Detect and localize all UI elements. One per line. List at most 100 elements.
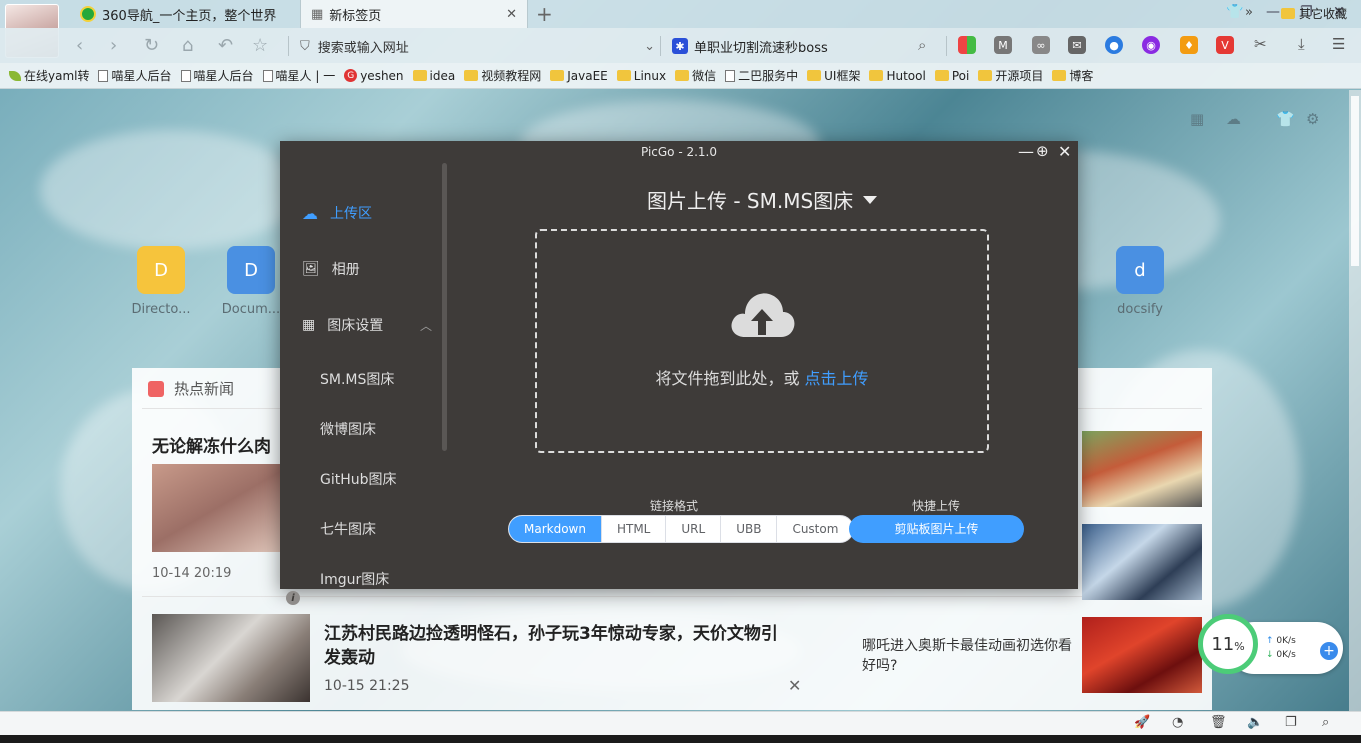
minimize-icon[interactable]: — [1018, 142, 1034, 161]
bookmark-item[interactable]: 博客 [1052, 67, 1093, 84]
bookmark-item[interactable]: JavaEE [550, 69, 608, 83]
bookmark-item[interactable]: 喵星人后台 [180, 67, 254, 84]
game-icon[interactable]: ∞ [1032, 36, 1050, 54]
tab-new-tab[interactable]: ▦ 新标签页 ✕ [300, 0, 528, 28]
download-icon[interactable]: ⤓ [1298, 35, 1305, 53]
globe-icon[interactable]: ● [1105, 36, 1123, 54]
bookmark-item[interactable]: 视频教程网 [464, 67, 541, 84]
close-icon[interactable]: ✕ [506, 7, 517, 22]
format-html[interactable]: HTML [602, 516, 667, 542]
bookmark-label: JavaEE [567, 68, 608, 83]
info-icon[interactable]: i [286, 591, 300, 605]
zoom-icon[interactable]: ⌕ [1322, 715, 1329, 730]
skin-icon[interactable]: 👕 [1276, 110, 1295, 128]
bookmark-item[interactable]: 喵星人 | 一 [262, 67, 335, 84]
submenu-github[interactable]: GitHub图床 [320, 469, 397, 489]
menu-label: 相册 [331, 262, 360, 278]
cloud-icon[interactable]: ☁ [1226, 110, 1241, 128]
minimize-icon[interactable]: — [1266, 4, 1280, 20]
grid-view-icon[interactable]: ▦ [1190, 110, 1204, 128]
plus-circle-icon[interactable]: ⊕ [1036, 142, 1049, 160]
folder-icon [807, 70, 822, 81]
plus-icon[interactable]: + [1320, 642, 1338, 660]
network-speed-widget[interactable]: 11% ↑ 0K/s ↓ 0K/s + [1198, 614, 1348, 684]
submenu-smms[interactable]: SM.MS图床 [320, 369, 394, 389]
sidebar-scrollbar[interactable] [442, 163, 447, 451]
mail-icon[interactable]: M [994, 36, 1012, 54]
bookmark-item[interactable]: Hutool [869, 69, 926, 83]
bookmark-label: Linux [633, 68, 667, 83]
clipboard-upload-button[interactable]: 剪贴板图片上传 [849, 515, 1024, 543]
shortcut-directory[interactable]: D Directo... [126, 246, 196, 317]
star-icon[interactable]: ☆ [252, 35, 268, 56]
news-side-image[interactable] [1082, 617, 1202, 693]
scissors-icon[interactable]: ✂ [1254, 35, 1267, 53]
upload-heading[interactable]: 图片上传 - SM.MS图床 [647, 185, 878, 214]
home-icon[interactable]: ⌂ [182, 35, 193, 56]
news-side-image[interactable] [1082, 431, 1202, 507]
search-box[interactable]: ✱ 单职业切割流速秒boss [672, 34, 828, 58]
window-icon[interactable]: ❐ [1285, 715, 1297, 730]
volume-icon[interactable]: 🔈 [1247, 715, 1263, 730]
bookmark-other[interactable]: 其它收藏 [1280, 5, 1347, 22]
search-icon[interactable]: ⌕ [918, 36, 926, 54]
close-icon[interactable]: ✕ [1058, 142, 1071, 161]
click-upload-link[interactable]: 点击上传 [805, 369, 869, 388]
bookmark-item[interactable]: idea [412, 69, 455, 83]
apps-icon[interactable] [958, 36, 976, 54]
bookmark-item[interactable]: Linux [616, 68, 667, 83]
bookmark-item[interactable]: Gyeshen [344, 69, 404, 83]
extension-icon[interactable]: ◉ [1142, 36, 1160, 54]
refresh-icon[interactable]: ↻ [144, 35, 159, 56]
bookmark-item[interactable]: 在线yaml转 [9, 67, 89, 84]
bookmarks-more[interactable]: » [1245, 5, 1253, 20]
news-title[interactable]: 江苏村民路边捡透明怪石，孙子玩3年惊动专家，天价文物引发轰动 [324, 622, 784, 670]
bookmark-item[interactable]: 开源项目 [978, 67, 1043, 84]
back-icon[interactable]: ‹ [76, 35, 83, 56]
scrollbar-thumb[interactable] [1351, 96, 1359, 266]
upload-dropzone[interactable]: 将文件拖到此处，或 点击上传 [535, 229, 989, 453]
menu-upload[interactable]: ☁ 上传区 [302, 203, 372, 223]
shortcut-icon: D [227, 246, 275, 294]
format-url[interactable]: URL [666, 516, 722, 542]
message-icon[interactable]: ✉ [1068, 36, 1086, 54]
close-icon[interactable]: ✕ [788, 676, 801, 695]
format-custom[interactable]: Custom [777, 516, 853, 542]
menu-icon[interactable]: ☰ [1332, 35, 1345, 53]
trash-icon[interactable]: 🗑 [1210, 715, 1227, 730]
news-side-title[interactable]: 哪吒进入奥斯卡最佳动画初选你看好吗? [862, 636, 1072, 676]
new-tab-icon[interactable]: + [536, 2, 553, 26]
menu-gallery[interactable]: 🖼 相册 [302, 259, 360, 279]
news-thumbnail[interactable] [152, 614, 310, 702]
tab-360-nav[interactable]: 360导航_一个主页，整个世界 [70, 0, 298, 28]
news-side-image[interactable] [1082, 524, 1202, 600]
submenu-imgur[interactable]: Imgur图床 [320, 569, 389, 589]
submenu-qiniu[interactable]: 七牛图床 [320, 519, 376, 539]
address-input[interactable]: 搜索或输入网址 [318, 37, 409, 56]
menu-picbed-settings[interactable]: ▦ 图床设置 ︿ [302, 315, 432, 335]
news-thumbnail[interactable] [152, 464, 282, 552]
speed-icon[interactable]: ◔ [1172, 715, 1183, 730]
settings-icon[interactable]: ⚙ [1306, 110, 1319, 128]
shortcut-document[interactable]: D Docum... [216, 246, 286, 317]
news-title[interactable]: 无论解冻什么肉 [152, 432, 282, 457]
bookmark-item[interactable]: UI框架 [807, 67, 860, 84]
chevron-down-icon[interactable]: ⌄ [644, 39, 655, 54]
address-bar[interactable]: ⛉ 搜索或输入网址 ⌄ [300, 34, 655, 58]
bookmark-item[interactable]: 微信 [675, 67, 716, 84]
bookmark-item[interactable]: 喵星人后台 [98, 67, 172, 84]
shortcut-docsify[interactable]: d docsify [1105, 246, 1175, 317]
forward-icon[interactable]: › [110, 35, 117, 56]
shirt-icon[interactable]: 👕 [1226, 4, 1243, 20]
shield-ext-icon[interactable]: ♦ [1180, 36, 1198, 54]
v-ext-icon[interactable]: V [1216, 36, 1234, 54]
scrollbar[interactable] [1349, 90, 1361, 711]
undo-icon[interactable]: ↶ [218, 35, 233, 56]
format-ubb[interactable]: UBB [721, 516, 778, 542]
format-markdown[interactable]: Markdown [509, 516, 602, 542]
submenu-weibo[interactable]: 微博图床 [320, 419, 376, 439]
rocket-icon[interactable]: 🚀 [1134, 715, 1150, 730]
bookmark-item[interactable]: Poi [934, 69, 969, 83]
search-text[interactable]: 单职业切割流速秒boss [694, 37, 828, 56]
bookmark-item[interactable]: 二巴服务中 [725, 67, 798, 84]
